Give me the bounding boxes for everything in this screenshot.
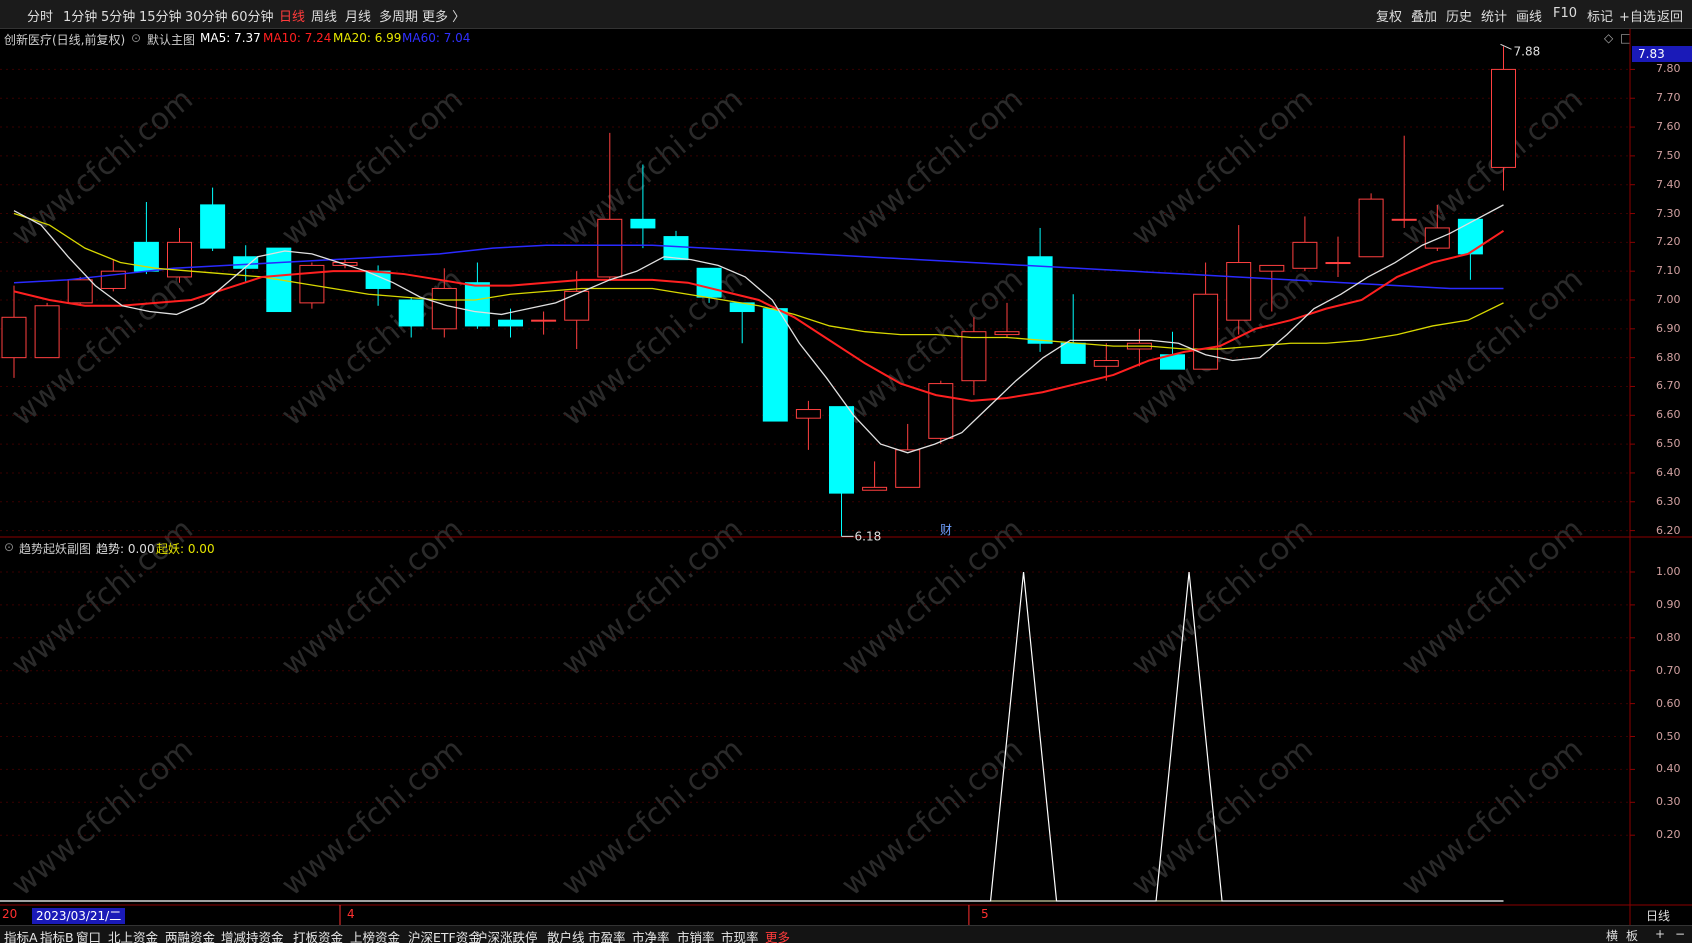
candle-body [1093,360,1119,367]
indicator-tab-5[interactable]: 增减持资金 [221,927,284,943]
candle-body [1226,262,1252,321]
y-tick-label: 6.20 [1656,523,1681,537]
indicator-tab-13[interactable]: 市销率 [677,927,715,943]
candle-body [1027,256,1053,344]
sub-y-tick-label: 1.00 [1656,565,1681,578]
candle-body [1259,264,1285,272]
tabbar-right-button-2[interactable]: + [1655,927,1665,941]
y-tick-label: 7.40 [1656,177,1681,191]
candle-body [1358,198,1384,258]
sub-y-tick-label: 0.50 [1656,729,1681,743]
low-marker-label: 6.18 [855,529,882,543]
y-tick-label: 6.30 [1656,494,1681,508]
month-tick-5: 5 [981,907,989,921]
candle-body [1292,241,1318,269]
candle-body [663,236,689,261]
y-tick-label: 6.80 [1656,350,1681,364]
indicator-tab-bar: 指标A 指标B 窗口 北上资金 两融资金 增减持资金 打板资金 上榜资金 沪深ETF资金 沪深涨跌… [0,925,1692,943]
y-tick-label: 7.00 [1656,293,1681,306]
candle-body [34,305,60,359]
indicator-tab-10[interactable]: 散户线 [547,927,585,943]
indicator-tab-12[interactable]: 市净率 [632,927,670,943]
kline-chart-svg[interactable]: 7.88 6.18 财 [0,0,1692,943]
y-tick-label: 7.80 [1656,62,1681,76]
ma5-line [13,204,1504,454]
indicator-tab-14[interactable]: 市现率 [721,927,759,943]
y-tick-label: 7.10 [1656,264,1681,278]
sub-y-tick-label: 0.60 [1656,696,1681,710]
candle-body [1,316,27,359]
indicator-tab-6[interactable]: 打板资金 [293,927,343,943]
high-marker-arrow [1500,43,1512,50]
candle-body [795,409,821,419]
indicator-tab-9[interactable]: 沪深涨跌停 [475,927,538,943]
ma20-line [13,212,1504,350]
indicator-tab-3[interactable]: 北上资金 [108,927,158,943]
candle-body [498,319,523,327]
indicator-tab-1[interactable]: 指标B [40,927,74,943]
tabbar-right-button-1[interactable]: 板 [1626,927,1638,943]
y-tick-label: 6.90 [1656,321,1681,335]
date-prefix: 20 [2,907,18,921]
candle-body [829,406,854,494]
indicator-tab-11[interactable]: 市盈率 [588,927,626,943]
sub-y-tick-label: 0.70 [1656,663,1681,677]
candle-body [1325,262,1351,265]
y-tick-label: 7.50 [1656,148,1681,162]
tabbar-right-button-3[interactable]: − [1675,927,1685,941]
indicator-tab-2[interactable]: 窗口 [76,927,101,943]
indicator-tab-7[interactable]: 上榜资金 [350,927,400,943]
indicator-tab-0[interactable]: 指标A [4,927,38,943]
sub-y-tick-label: 0.90 [1656,597,1681,611]
candle-body [895,449,921,488]
fin-report-marker: 财 [940,523,952,537]
candle-body [67,279,93,304]
candle-body [1193,293,1219,370]
tabbar-right-button-0[interactable]: 横 [1606,927,1618,943]
y-tick-label: 6.70 [1656,379,1681,393]
y-tick-label: 7.60 [1656,120,1681,134]
y-tick-label: 7.70 [1656,91,1681,105]
period-label: 日线 [1646,909,1671,923]
candle-body [928,383,954,439]
sub-y-tick-label: 0.40 [1656,762,1681,776]
high-marker-label: 7.88 [1514,44,1541,58]
candle-body [1424,227,1450,249]
candle-body [398,299,424,327]
candle-body [961,331,987,382]
candle-body [431,287,457,330]
sub-y-tick-label: 0.80 [1656,630,1681,644]
candle-body [696,267,722,298]
candle-body [762,308,788,422]
candle-body [564,290,590,321]
y-tick-label: 7.30 [1656,206,1681,220]
candle-body [1491,68,1516,168]
candle-body [1060,342,1086,364]
y-tick-label: 6.50 [1656,437,1681,451]
cursor-date: 2023/03/21/二 [32,908,126,924]
candle-body [167,241,192,278]
y-tick-label: 6.40 [1656,465,1681,479]
y-tick-label: 7.20 [1656,235,1681,249]
candle-body [1457,218,1483,255]
candle-body [531,319,557,322]
candle-body [1391,218,1417,221]
y-tick-label: 6.60 [1656,408,1681,422]
indicator-tab-15[interactable]: 更多 [765,927,790,943]
candle-body [597,218,623,278]
candle-body [464,282,490,327]
indicator-tab-4[interactable]: 两融资金 [165,927,215,943]
indicator-tab-8[interactable]: 沪深ETF资金 [408,927,481,943]
candle-body [862,486,888,491]
sub-y-tick-label: 0.20 [1656,828,1681,842]
candle-body [994,331,1020,336]
candle-body [200,204,226,249]
month-tick-4: 4 [347,907,355,921]
sub-y-tick-label: 0.30 [1656,795,1681,809]
candle-body [630,218,656,229]
